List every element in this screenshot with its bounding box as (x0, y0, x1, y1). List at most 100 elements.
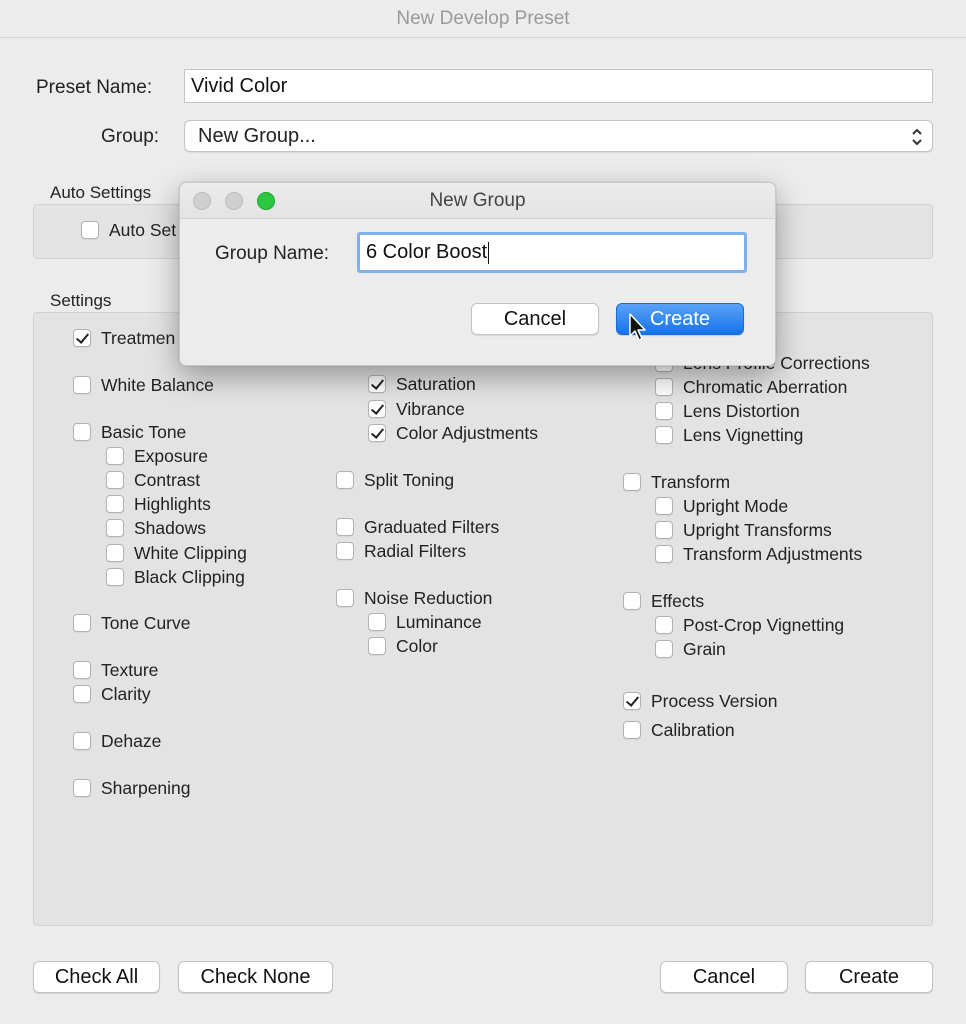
checkmark-icon[interactable] (623, 692, 641, 710)
window-title: New Develop Preset (0, 0, 966, 38)
checkbox-box[interactable] (106, 495, 124, 513)
checkbox-box[interactable] (73, 423, 91, 441)
checkbox-box[interactable] (106, 471, 124, 489)
checkbox-highlights[interactable]: Highlights (106, 493, 211, 515)
checkbox-box[interactable] (655, 497, 673, 515)
checkbox-label: Contrast (134, 469, 201, 490)
checkbox-box[interactable] (73, 779, 91, 797)
checkmark-icon[interactable] (73, 329, 91, 347)
checkbox-lens-vignetting[interactable]: Lens Vignetting (655, 424, 803, 446)
checkbox-upright-transforms[interactable]: Upright Transforms (655, 519, 832, 541)
checkbox-texture[interactable]: Texture (73, 659, 158, 681)
checkbox-calibration[interactable]: Calibration (623, 719, 735, 741)
checkbox-upright-mode[interactable]: Upright Mode (655, 495, 788, 517)
checkbox-effects[interactable]: Effects (623, 590, 704, 612)
checkbox-box[interactable] (73, 685, 91, 703)
checkbox-exposure[interactable]: Exposure (106, 445, 208, 467)
checkbox-white-clipping[interactable]: White Clipping (106, 542, 247, 564)
checkbox-label: Basic Tone (101, 421, 187, 442)
checkbox-label: Grain (683, 638, 726, 659)
checkbox-box[interactable] (73, 376, 91, 394)
checkbox-post-crop-vignetting[interactable]: Post-Crop Vignetting (655, 614, 844, 636)
checkbox-box[interactable] (73, 661, 91, 679)
checkbox-label: Post-Crop Vignetting (683, 614, 845, 635)
checkbox-label: Noise Reduction (364, 587, 493, 608)
checkbox-box[interactable] (106, 544, 124, 562)
auto-settings-checkbox[interactable] (81, 221, 99, 239)
checkbox-box[interactable] (336, 542, 354, 560)
checkbox-label: Calibration (651, 719, 735, 740)
checkbox-box[interactable] (623, 721, 641, 739)
checkbox-saturation[interactable]: Saturation (368, 373, 476, 395)
checkbox-label: Exposure (134, 445, 208, 466)
checkbox-box[interactable] (106, 447, 124, 465)
checkbox-box[interactable] (655, 402, 673, 420)
checkbox-box[interactable] (368, 637, 386, 655)
checkbox-grain[interactable]: Grain (655, 638, 726, 660)
checkbox-white-balance[interactable]: White Balance (73, 374, 214, 396)
checkmark-icon[interactable] (368, 400, 386, 418)
checkbox-box[interactable] (655, 616, 673, 634)
checkbox-treatment[interactable]: Treatmen (73, 327, 175, 349)
checkbox-box[interactable] (655, 521, 673, 539)
checkbox-label: Treatmen (101, 327, 176, 348)
checkbox-label: White Balance (101, 374, 214, 395)
checkbox-sharpening[interactable]: Sharpening (73, 777, 191, 799)
checkbox-color[interactable]: Color (368, 635, 438, 657)
group-select-value: New Group... (198, 124, 316, 147)
checkbox-label: Chromatic Aberration (683, 376, 848, 397)
checkbox-box[interactable] (73, 614, 91, 632)
checkbox-box[interactable] (655, 640, 673, 658)
checkmark-icon[interactable] (368, 424, 386, 442)
auto-settings-checkbox-label: Auto Set (109, 219, 177, 240)
checkbox-box[interactable] (106, 519, 124, 537)
group-name-input[interactable]: 6 Color Boost (357, 232, 747, 273)
checkbox-process-version[interactable]: Process Version (623, 690, 777, 712)
checkbox-graduated-filters[interactable]: Graduated Filters (336, 516, 499, 538)
checkbox-label: Highlights (134, 493, 211, 514)
checkbox-label: Black Clipping (134, 566, 245, 587)
create-button[interactable]: Create (805, 961, 933, 993)
dialog-cancel-button[interactable]: Cancel (471, 303, 599, 335)
checkbox-shadows[interactable]: Shadows (106, 517, 206, 539)
checkbox-box[interactable] (368, 613, 386, 631)
checkbox-lens-distortion[interactable]: Lens Distortion (655, 400, 800, 422)
group-select[interactable]: New Group... (184, 120, 933, 152)
checkbox-box[interactable] (336, 589, 354, 607)
checkbox-box[interactable] (623, 473, 641, 491)
cancel-button[interactable]: Cancel (660, 961, 788, 993)
checkbox-box[interactable] (336, 471, 354, 489)
check-all-button[interactable]: Check All (33, 961, 160, 993)
checkbox-transform-adjustments[interactable]: Transform Adjustments (655, 543, 862, 565)
checkmark-icon[interactable] (368, 375, 386, 393)
check-none-button[interactable]: Check None (178, 961, 333, 993)
checkbox-box[interactable] (655, 545, 673, 563)
checkbox-black-clipping[interactable]: Black Clipping (106, 566, 245, 588)
checkbox-box[interactable] (73, 732, 91, 750)
checkbox-box[interactable] (106, 568, 124, 586)
checkbox-box[interactable] (655, 426, 673, 444)
preset-name-input[interactable]: Vivid Color (184, 69, 933, 103)
checkbox-radial-filters[interactable]: Radial Filters (336, 540, 466, 562)
checkbox-tone-curve[interactable]: Tone Curve (73, 612, 191, 634)
checkbox-dehaze[interactable]: Dehaze (73, 730, 161, 752)
checkbox-box[interactable] (655, 378, 673, 396)
checkbox-label: Vibrance (396, 398, 465, 419)
checkbox-label: Clarity (101, 683, 151, 704)
checkbox-label: Process Version (651, 690, 778, 711)
checkbox-box[interactable] (623, 592, 641, 610)
checkbox-box[interactable] (336, 518, 354, 536)
auto-settings-title: Auto Settings (50, 183, 152, 202)
checkbox-luminance[interactable]: Luminance (368, 611, 482, 633)
checkbox-transform[interactable]: Transform (623, 471, 730, 493)
auto-settings-checkbox-row[interactable]: Auto Set (81, 219, 176, 241)
checkbox-clarity[interactable]: Clarity (73, 683, 151, 705)
checkbox-contrast[interactable]: Contrast (106, 469, 200, 491)
checkbox-vibrance[interactable]: Vibrance (368, 398, 465, 420)
checkbox-noise-reduction[interactable]: Noise Reduction (336, 587, 492, 609)
checkbox-split-toning[interactable]: Split Toning (336, 469, 454, 491)
checkbox-basic-tone[interactable]: Basic Tone (73, 421, 186, 443)
checkbox-chromatic-aberration[interactable]: Chromatic Aberration (655, 376, 847, 398)
checkbox-label: Luminance (396, 611, 482, 632)
checkbox-color-adjustments[interactable]: Color Adjustments (368, 422, 538, 444)
